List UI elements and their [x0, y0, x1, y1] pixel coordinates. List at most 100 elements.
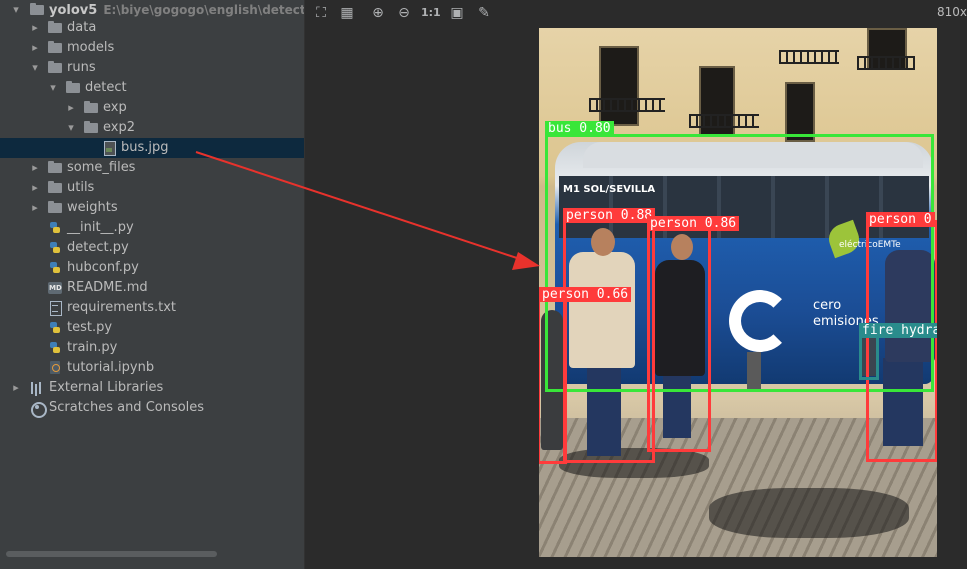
tree-item-label: __init__.py: [67, 220, 134, 235]
tree-item-utils[interactable]: ▸ utils: [0, 178, 304, 198]
detection-label-person: person 0.86: [647, 216, 740, 231]
detection-label-person: person 0.88: [563, 208, 656, 223]
tree-item-label: exp: [103, 100, 127, 115]
notebook-file-icon: [48, 361, 63, 375]
tree-item-label: External Libraries: [49, 380, 164, 395]
chevron-down-icon[interactable]: ▾: [29, 58, 41, 78]
tree-item-some-files[interactable]: ▸ some_files: [0, 158, 304, 178]
image-viewer: ⛶ ▦ ⊕ ⊖ 1:1 ▣ ✎ 810x M1 SOL/SEVILLA eléc…: [306, 0, 967, 569]
tree-item-label: weights: [67, 200, 118, 215]
folder-icon: [84, 101, 99, 115]
detection-box-person: [539, 296, 567, 464]
python-file-icon: [48, 261, 63, 275]
tree-item-train-py[interactable]: train.py: [0, 338, 304, 358]
detection-box-person: [563, 215, 655, 463]
folder-icon: [30, 3, 45, 17]
tree-item-readme-md[interactable]: README.md: [0, 278, 304, 298]
tree-item-label: hubconf.py: [67, 260, 139, 275]
detection-image: M1 SOL/SEVILLA eléctricoEMTe cero emisio…: [539, 28, 937, 557]
grid-icon[interactable]: ▦: [339, 5, 355, 21]
folder-icon: [48, 41, 63, 55]
actual-size-button[interactable]: 1:1: [421, 5, 441, 21]
tree-item-weights[interactable]: ▸ weights: [0, 198, 304, 218]
tree-root-yolov5[interactable]: ▾ yolov5 E:\biye\gogogo\english\detection…: [0, 0, 305, 20]
folder-icon: [48, 181, 63, 195]
chevron-down-icon[interactable]: ▾: [47, 78, 59, 98]
tree-item-test-py[interactable]: test.py: [0, 318, 304, 338]
chevron-right-icon[interactable]: ▸: [29, 38, 41, 58]
tree-root-label: yolov5: [49, 3, 98, 18]
python-file-icon: [48, 341, 63, 355]
background-icon[interactable]: ▣: [449, 5, 465, 21]
tree-item-init-py[interactable]: __init__.py: [0, 218, 304, 238]
tree-item-requirements-txt[interactable]: requirements.txt: [0, 298, 304, 318]
tree-item-label: utils: [67, 180, 95, 195]
color-picker-icon[interactable]: ✎: [476, 5, 492, 21]
chevron-down-icon[interactable]: ▾: [65, 118, 77, 138]
detection-label-fire-hydrant: fire hydra: [859, 323, 937, 338]
image-toolbar: ⛶ ▦ ⊕ ⊖ 1:1 ▣ ✎ 810x: [306, 0, 967, 26]
folder-icon: [66, 81, 81, 95]
tree-item-label: test.py: [67, 320, 113, 335]
chevron-right-icon[interactable]: ▸: [10, 378, 22, 398]
shadow: [709, 488, 909, 538]
detection-label-bus: bus 0.80: [545, 121, 614, 136]
chevron-down-icon[interactable]: ▾: [10, 0, 22, 20]
chevron-right-icon[interactable]: ▸: [29, 198, 41, 218]
tree-item-external-libraries[interactable]: ▸ External Libraries: [0, 378, 304, 398]
tree-item-bus-jpg[interactable]: bus.jpg: [0, 138, 304, 158]
fit-screen-icon[interactable]: ⛶: [313, 5, 329, 21]
tree-root-path: E:\biye\gogogo\english\detection_y: [103, 3, 305, 17]
python-file-icon: [48, 221, 63, 235]
balcony: [689, 114, 759, 128]
tree-item-detect-py[interactable]: detect.py: [0, 238, 304, 258]
zoom-out-icon[interactable]: ⊖: [396, 5, 412, 21]
tree-item-models[interactable]: ▸ models: [0, 38, 304, 58]
tree-item-runs[interactable]: ▾ runs: [0, 58, 304, 78]
python-file-icon: [48, 241, 63, 255]
balcony: [779, 50, 839, 64]
tree-item-label: tutorial.ipynb: [67, 360, 155, 375]
tree-item-label: bus.jpg: [121, 140, 169, 155]
text-file-icon: [48, 301, 63, 316]
tree-item-hubconf-py[interactable]: hubconf.py: [0, 258, 304, 278]
zoom-in-icon[interactable]: ⊕: [370, 5, 386, 21]
tree-item-label: train.py: [67, 340, 118, 355]
tree-item-tutorial-ipynb[interactable]: tutorial.ipynb: [0, 358, 304, 378]
balcony: [857, 56, 915, 70]
chevron-right-icon[interactable]: ▸: [29, 158, 41, 178]
chevron-right-icon[interactable]: ▸: [29, 178, 41, 198]
detection-box-person: [647, 224, 711, 452]
tree-item-label: models: [67, 40, 115, 55]
tree-item-label: runs: [67, 60, 96, 75]
tree-item-label: exp2: [103, 120, 135, 135]
tree-item-exp2[interactable]: ▾ exp2: [0, 118, 304, 138]
tree-item-exp[interactable]: ▸ exp: [0, 98, 304, 118]
tree-item-label: requirements.txt: [67, 300, 177, 315]
markdown-file-icon: [48, 281, 63, 295]
scratches-icon: [30, 401, 47, 418]
python-file-icon: [48, 321, 63, 335]
tree-item-label: detect: [85, 80, 127, 95]
building-window: [599, 46, 639, 126]
image-file-icon: [102, 141, 117, 156]
folder-icon: [48, 21, 63, 35]
project-tree-panel: ▾ yolov5 E:\biye\gogogo\english\detection…: [0, 0, 305, 569]
detection-label-person: person 0.66: [539, 287, 632, 302]
tree-item-label: Scratches and Consoles: [49, 400, 205, 415]
tree-item-data[interactable]: ▸ data: [0, 18, 304, 38]
horizontal-scrollbar[interactable]: [6, 551, 217, 557]
libraries-icon: [30, 381, 45, 395]
tree-item-scratches[interactable]: Scratches and Consoles: [0, 398, 304, 418]
balcony: [589, 98, 665, 112]
tree-item-detect[interactable]: ▾ detect: [0, 78, 304, 98]
detection-label-person: person 0: [866, 212, 935, 227]
tree-item-label: some_files: [67, 160, 136, 175]
tree-item-label: data: [67, 20, 97, 35]
chevron-right-icon[interactable]: ▸: [65, 98, 77, 118]
folder-icon: [84, 121, 99, 135]
chevron-right-icon[interactable]: ▸: [29, 18, 41, 38]
tree-item-label: README.md: [67, 280, 148, 295]
folder-icon: [48, 201, 63, 215]
image-size-readout: 810x: [936, 5, 967, 19]
